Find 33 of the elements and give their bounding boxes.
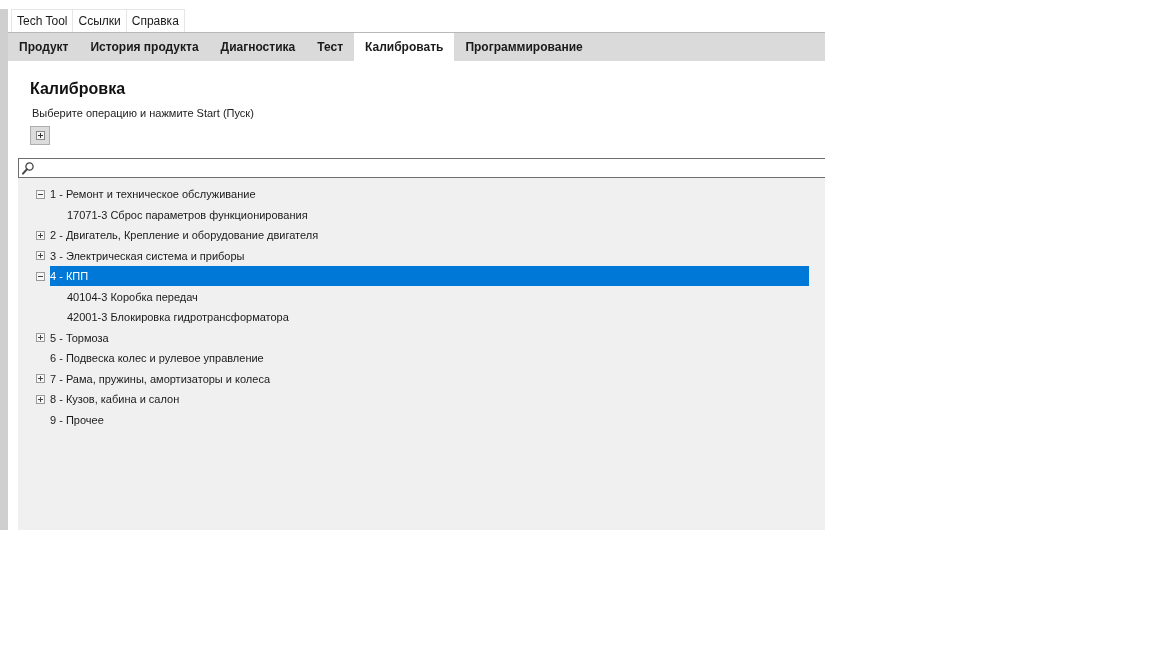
tree-item[interactable]: 4 - КПП xyxy=(50,266,809,287)
tree-item[interactable]: 42001-3 Блокировка гидротрансформатора xyxy=(67,307,809,328)
tree-item[interactable]: 17071-3 Сброс параметров функционирования xyxy=(67,204,809,225)
instruction-text: Выберите операцию и нажмите Start (Пуск) xyxy=(32,106,254,120)
plus-box-icon[interactable] xyxy=(36,251,45,261)
tab[interactable]: Калибровать xyxy=(354,33,455,61)
minus-box-icon[interactable] xyxy=(36,189,45,199)
plus-box-icon[interactable] xyxy=(36,374,45,384)
plus-box-icon[interactable] xyxy=(36,333,45,343)
menu-item[interactable]: Tech Tool xyxy=(11,9,74,32)
tree-item[interactable]: 5 - Тормоза xyxy=(50,327,809,348)
tab[interactable]: Программирование xyxy=(454,33,594,61)
search-field[interactable] xyxy=(18,158,825,178)
tab[interactable]: История продукта xyxy=(79,33,210,61)
plus-box-icon[interactable] xyxy=(36,230,45,240)
tree-item[interactable]: 40104-3 Коробка передач xyxy=(67,286,809,307)
tab[interactable]: Диагностика xyxy=(209,33,307,61)
tree-item[interactable]: 7 - Рама, пружины, амортизаторы и колеса xyxy=(50,368,809,389)
plus-box-icon[interactable] xyxy=(36,394,45,404)
tree-item[interactable]: 8 - Кузов, кабина и салон xyxy=(50,389,809,410)
tree-item[interactable]: 2 - Двигатель, Крепление и оборудование двигателя xyxy=(50,225,809,246)
tree-item[interactable]: 3 - Электрическая система и приборы xyxy=(50,245,809,266)
tab[interactable]: Тест xyxy=(306,33,355,61)
tree-item[interactable]: 6 - Подвеска колес и рулевое управление xyxy=(50,348,809,369)
page-title: Калибровка xyxy=(30,79,126,99)
search-icon xyxy=(22,161,34,175)
tab[interactable]: Продукт xyxy=(8,33,80,61)
expand-all-button[interactable] xyxy=(30,126,50,145)
menu-item[interactable]: Справка xyxy=(125,9,185,32)
minus-box-icon[interactable] xyxy=(36,271,45,281)
tree-item[interactable]: 1 - Ремонт и техническое обслуживание xyxy=(50,184,809,205)
plus-box-icon xyxy=(35,131,45,140)
tree-item[interactable]: 9 - Прочее xyxy=(50,409,809,430)
